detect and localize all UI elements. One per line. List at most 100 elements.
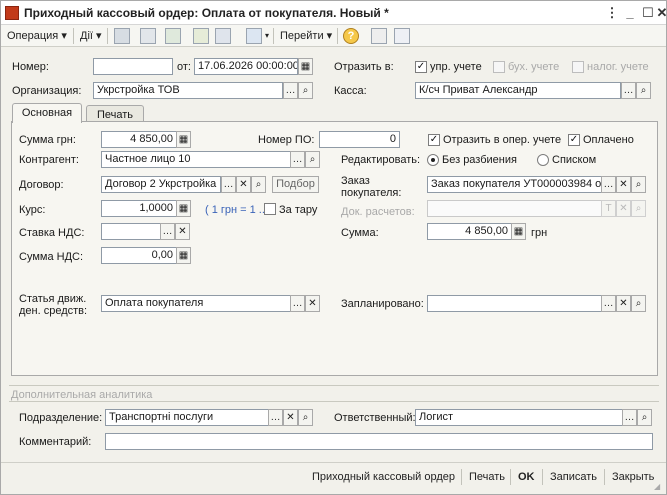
add-icon[interactable] bbox=[165, 28, 181, 44]
number-field[interactable] bbox=[93, 58, 173, 75]
responsible-select-icon[interactable]: … bbox=[622, 409, 637, 426]
contract-select-icon[interactable]: … bbox=[221, 176, 236, 193]
amount-field[interactable]: 4 850,00 bbox=[101, 131, 177, 148]
radio-list[interactable] bbox=[537, 154, 549, 166]
organization-open-icon[interactable]: ⌕ bbox=[298, 82, 313, 99]
planned-select-icon[interactable]: … bbox=[601, 295, 616, 312]
list-icon[interactable] bbox=[371, 28, 387, 44]
rate-calculator-icon[interactable]: ▦ bbox=[176, 200, 191, 217]
vat-sum-field[interactable]: 0,00 bbox=[101, 247, 177, 264]
operation-label: Операция bbox=[7, 30, 59, 42]
dept-label: Подразделение: bbox=[19, 412, 103, 424]
dept-field[interactable]: Транспортні послуги bbox=[105, 409, 269, 426]
help-icon[interactable]: ? bbox=[343, 28, 359, 44]
amount-label: Сумма грн: bbox=[19, 134, 76, 146]
planned-clear-icon[interactable]: ✕ bbox=[616, 295, 631, 312]
contractor-select-icon[interactable]: … bbox=[290, 151, 305, 168]
menu-icon[interactable]: ⋮ bbox=[603, 4, 621, 22]
organization-select-icon[interactable]: … bbox=[283, 82, 298, 99]
tab-main-label: Основная bbox=[21, 107, 73, 119]
radio-no-split[interactable] bbox=[427, 154, 439, 166]
order-clear-icon[interactable]: ✕ bbox=[616, 176, 631, 193]
oper-checkbox[interactable]: ✓ bbox=[428, 134, 440, 146]
sum-field[interactable]: 4 850,00 bbox=[427, 223, 512, 240]
close-button[interactable]: Закрыть bbox=[612, 471, 654, 483]
responsible-field[interactable]: Логист bbox=[415, 409, 623, 426]
order-select-icon[interactable]: … bbox=[601, 176, 616, 193]
structure-dropdown-icon[interactable]: ▾ bbox=[263, 27, 271, 45]
vat-sum-calculator-icon[interactable]: ▦ bbox=[176, 247, 191, 264]
order-open-icon[interactable]: ⌕ bbox=[631, 176, 646, 193]
tab-main[interactable]: Основная bbox=[12, 103, 82, 123]
po-number-field[interactable]: 0 bbox=[319, 131, 400, 148]
date-field[interactable]: 17.06.2026 00:00:00 bbox=[194, 58, 298, 75]
calendar-icon[interactable]: ▦ bbox=[298, 58, 313, 75]
sum-calculator-icon[interactable]: ▦ bbox=[511, 223, 526, 240]
divider bbox=[9, 401, 659, 402]
footer-separator bbox=[461, 469, 462, 485]
operation-menu[interactable]: Операция ▾ bbox=[5, 27, 69, 45]
structure-icon[interactable] bbox=[246, 28, 262, 44]
order-field[interactable]: Заказ покупателя УТ000003984 от bbox=[427, 176, 602, 193]
cash-open-icon[interactable]: ⌕ bbox=[636, 82, 651, 99]
save-icon[interactable] bbox=[193, 28, 209, 44]
acc-label: бух. учете bbox=[508, 61, 560, 73]
planned-open-icon[interactable]: ⌕ bbox=[631, 295, 646, 312]
contractor-open-icon[interactable]: ⌕ bbox=[305, 151, 320, 168]
minimize-icon[interactable]: _ bbox=[621, 4, 639, 22]
tara-label: За тару bbox=[279, 204, 318, 216]
dept-select-icon[interactable]: … bbox=[268, 409, 283, 426]
post-icon[interactable] bbox=[140, 28, 156, 44]
actions-menu[interactable]: Дії ▾ bbox=[78, 27, 104, 45]
tax-checkbox[interactable] bbox=[572, 61, 584, 73]
actions-label: Дії bbox=[80, 30, 93, 42]
goto-menu[interactable]: Перейти ▾ bbox=[278, 27, 334, 45]
planned-field[interactable] bbox=[427, 295, 602, 312]
planned-label: Запланировано: bbox=[341, 298, 424, 310]
organization-field[interactable]: Укрстройка ТОВ bbox=[93, 82, 283, 99]
cash-flow-select-icon[interactable]: … bbox=[290, 295, 305, 312]
settings-list-icon[interactable] bbox=[394, 28, 410, 44]
calculator-icon[interactable]: ▦ bbox=[176, 131, 191, 148]
organization-label: Организация: bbox=[12, 85, 82, 97]
footer-separator bbox=[542, 469, 543, 485]
cash-flow-clear-icon[interactable]: ✕ bbox=[305, 295, 320, 312]
mgmt-checkbox[interactable]: ✓ bbox=[415, 61, 427, 73]
print-button[interactable]: Печать bbox=[469, 471, 505, 483]
dept-open-icon[interactable]: ⌕ bbox=[298, 409, 313, 426]
maximize-icon[interactable]: ☐ bbox=[639, 4, 657, 22]
resize-grip-icon[interactable]: ◢ bbox=[654, 482, 664, 492]
vat-rate-label: Ставка НДС: bbox=[19, 227, 85, 239]
print-icon[interactable] bbox=[215, 28, 231, 44]
responsible-open-icon[interactable]: ⌕ bbox=[637, 409, 652, 426]
edit-label: Редактировать: bbox=[341, 154, 421, 166]
vat-rate-field[interactable] bbox=[101, 223, 161, 240]
toolbar: Операция ▾ Дії ▾ ▾ Перейти ▾ ? bbox=[1, 25, 666, 47]
contract-clear-icon[interactable]: ✕ bbox=[236, 176, 251, 193]
contract-field[interactable]: Договор 2 Укрстройка bbox=[101, 176, 221, 193]
number-label: Номер: bbox=[12, 61, 49, 73]
comment-field[interactable] bbox=[105, 433, 653, 450]
vat-rate-select-icon[interactable]: … bbox=[160, 223, 175, 240]
dept-clear-icon[interactable]: ✕ bbox=[283, 409, 298, 426]
close-icon[interactable]: ✕ bbox=[656, 4, 667, 22]
contract-open-icon[interactable]: ⌕ bbox=[251, 176, 266, 193]
save-button[interactable]: Записать bbox=[550, 471, 597, 483]
tara-checkbox[interactable] bbox=[264, 203, 276, 215]
docs-field bbox=[427, 200, 602, 217]
cash-field[interactable]: К/сч Приват Александр bbox=[415, 82, 621, 99]
acc-checkbox[interactable] bbox=[493, 61, 505, 73]
footer-separator bbox=[510, 469, 511, 485]
toolbar-separator bbox=[73, 28, 74, 44]
rate-field[interactable]: 1,0000 bbox=[101, 200, 177, 217]
paid-checkbox[interactable]: ✓ bbox=[568, 134, 580, 146]
select-button[interactable]: Подбор bbox=[272, 176, 319, 193]
rate-note-link[interactable]: ( 1 грн = 1 ... bbox=[205, 204, 268, 216]
copy-icon[interactable] bbox=[114, 28, 130, 44]
cash-select-icon[interactable]: … bbox=[621, 82, 636, 99]
contractor-field[interactable]: Частное лицо 10 bbox=[101, 151, 291, 168]
vat-rate-clear-icon[interactable]: ✕ bbox=[175, 223, 190, 240]
cash-flow-field[interactable]: Оплата покупателя bbox=[101, 295, 291, 312]
print-order-button[interactable]: Приходный кассовый ордер bbox=[312, 471, 455, 483]
ok-button[interactable]: OK bbox=[518, 471, 535, 483]
